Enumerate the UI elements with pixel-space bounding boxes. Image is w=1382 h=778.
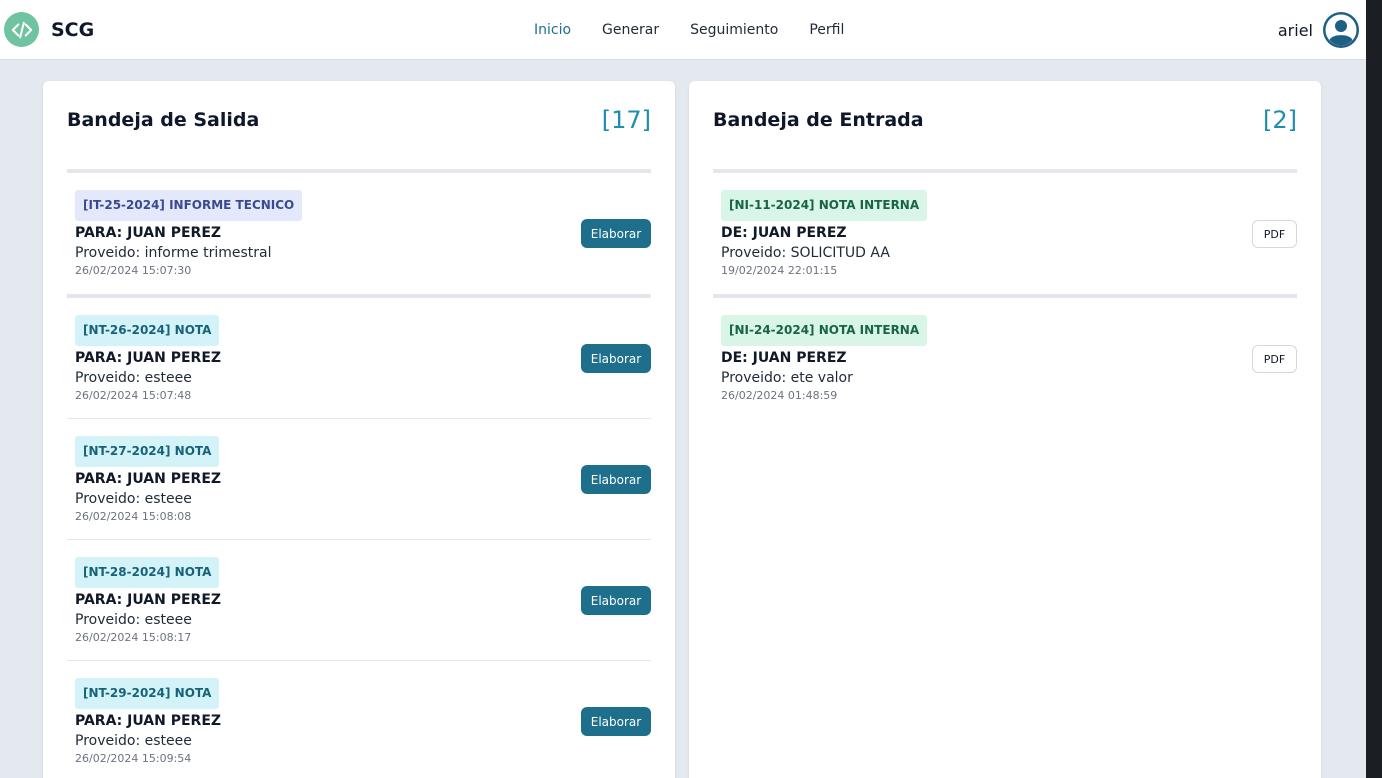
- proveido: Proveido: esteee: [75, 612, 192, 628]
- page-scrollbar[interactable]: [1366, 0, 1382, 778]
- inbox-panel: Bandeja de Entrada [2] [NI-11-2024] NOTA…: [689, 81, 1321, 778]
- proveido: Proveido: ete valor: [721, 370, 853, 386]
- elaborar-button[interactable]: Elaborar: [581, 586, 651, 615]
- nav-link-perfil[interactable]: Perfil: [809, 22, 844, 38]
- elaborar-button[interactable]: Elaborar: [581, 219, 651, 248]
- nav-link-generar[interactable]: Generar: [602, 22, 659, 38]
- outbox-item: [NT-26-2024] NOTA PARA: JUAN PEREZ Prove…: [67, 298, 651, 419]
- inbox-count: [2]: [1263, 106, 1297, 134]
- proveido: Proveido: esteee: [75, 491, 192, 507]
- pdf-button[interactable]: PDF: [1252, 220, 1297, 248]
- timestamp: 26/02/2024 15:08:17: [75, 631, 192, 644]
- sender: DE: JUAN PEREZ: [721, 350, 847, 366]
- elaborar-button[interactable]: Elaborar: [581, 344, 651, 373]
- sender: DE: JUAN PEREZ: [721, 225, 847, 241]
- recipient: PARA: JUAN PEREZ: [75, 225, 222, 241]
- brand-name: SCG: [51, 18, 95, 41]
- outbox-panel: Bandeja de Salida [17] [IT-25-2024] INFO…: [43, 81, 675, 778]
- user-name: ariel: [1277, 20, 1313, 40]
- inbox-item: [NI-11-2024] NOTA INTERNA DE: JUAN PEREZ…: [713, 173, 1297, 298]
- document-tag: [NI-24-2024] NOTA INTERNA: [721, 315, 928, 346]
- recipient: PARA: JUAN PEREZ: [75, 350, 222, 366]
- elaborar-button[interactable]: Elaborar: [581, 465, 651, 494]
- nav-link-seguimiento[interactable]: Seguimiento: [690, 22, 778, 38]
- proveido: Proveido: SOLICITUD AA: [721, 245, 890, 261]
- timestamp: 26/02/2024 15:07:48: [75, 389, 192, 402]
- pdf-button[interactable]: PDF: [1252, 345, 1297, 373]
- user-circle-icon: [1323, 12, 1359, 48]
- proveido: Proveido: esteee: [75, 733, 192, 749]
- top-navbar: SCG Inicio Generar Seguimiento Perfil ar…: [0, 0, 1366, 60]
- elaborar-button[interactable]: Elaborar: [581, 707, 651, 736]
- outbox-header: Bandeja de Salida [17]: [67, 106, 651, 139]
- recipient: PARA: JUAN PEREZ: [75, 713, 222, 729]
- document-tag: [IT-25-2024] INFORME TECNICO: [75, 190, 303, 221]
- outbox-title: Bandeja de Salida: [67, 109, 260, 131]
- timestamp: 26/02/2024 15:09:54: [75, 752, 192, 765]
- outbox-item: [NT-27-2024] NOTA PARA: JUAN PEREZ Prove…: [67, 419, 651, 540]
- inbox-item: [NI-24-2024] NOTA INTERNA DE: JUAN PEREZ…: [713, 298, 1297, 419]
- brand[interactable]: SCG: [4, 12, 94, 47]
- outbox-item: [IT-25-2024] INFORME TECNICO PARA: JUAN …: [67, 173, 651, 298]
- outbox-item: [NT-28-2024] NOTA PARA: JUAN PEREZ Prove…: [67, 540, 651, 661]
- proveido: Proveido: informe trimestral: [75, 245, 272, 261]
- document-tag: [NT-29-2024] NOTA: [75, 678, 220, 709]
- nav-link-inicio[interactable]: Inicio: [534, 22, 571, 38]
- timestamp: 19/02/2024 22:01:15: [721, 264, 838, 277]
- document-tag: [NI-11-2024] NOTA INTERNA: [721, 190, 928, 221]
- timestamp: 26/02/2024 15:07:30: [75, 264, 192, 277]
- timestamp: 26/02/2024 01:48:59: [721, 389, 838, 402]
- document-tag: [NT-28-2024] NOTA: [75, 557, 220, 588]
- code-icon: [4, 12, 39, 47]
- document-tag: [NT-26-2024] NOTA: [75, 315, 220, 346]
- outbox-list: [IT-25-2024] INFORME TECNICO PARA: JUAN …: [67, 173, 651, 778]
- main-nav: Inicio Generar Seguimiento Perfil: [534, 22, 875, 38]
- inbox-header: Bandeja de Entrada [2]: [713, 106, 1297, 139]
- proveido: Proveido: esteee: [75, 370, 192, 386]
- outbox-count: [17]: [601, 106, 651, 134]
- user-menu[interactable]: ariel: [1278, 11, 1360, 49]
- outbox-item: [NT-29-2024] NOTA PARA: JUAN PEREZ Prove…: [67, 661, 651, 778]
- recipient: PARA: JUAN PEREZ: [75, 471, 222, 487]
- document-tag: [NT-27-2024] NOTA: [75, 436, 220, 467]
- inbox-list: [NI-11-2024] NOTA INTERNA DE: JUAN PEREZ…: [713, 173, 1297, 419]
- timestamp: 26/02/2024 15:08:08: [75, 510, 192, 523]
- recipient: PARA: JUAN PEREZ: [75, 592, 222, 608]
- inbox-title: Bandeja de Entrada: [713, 109, 924, 131]
